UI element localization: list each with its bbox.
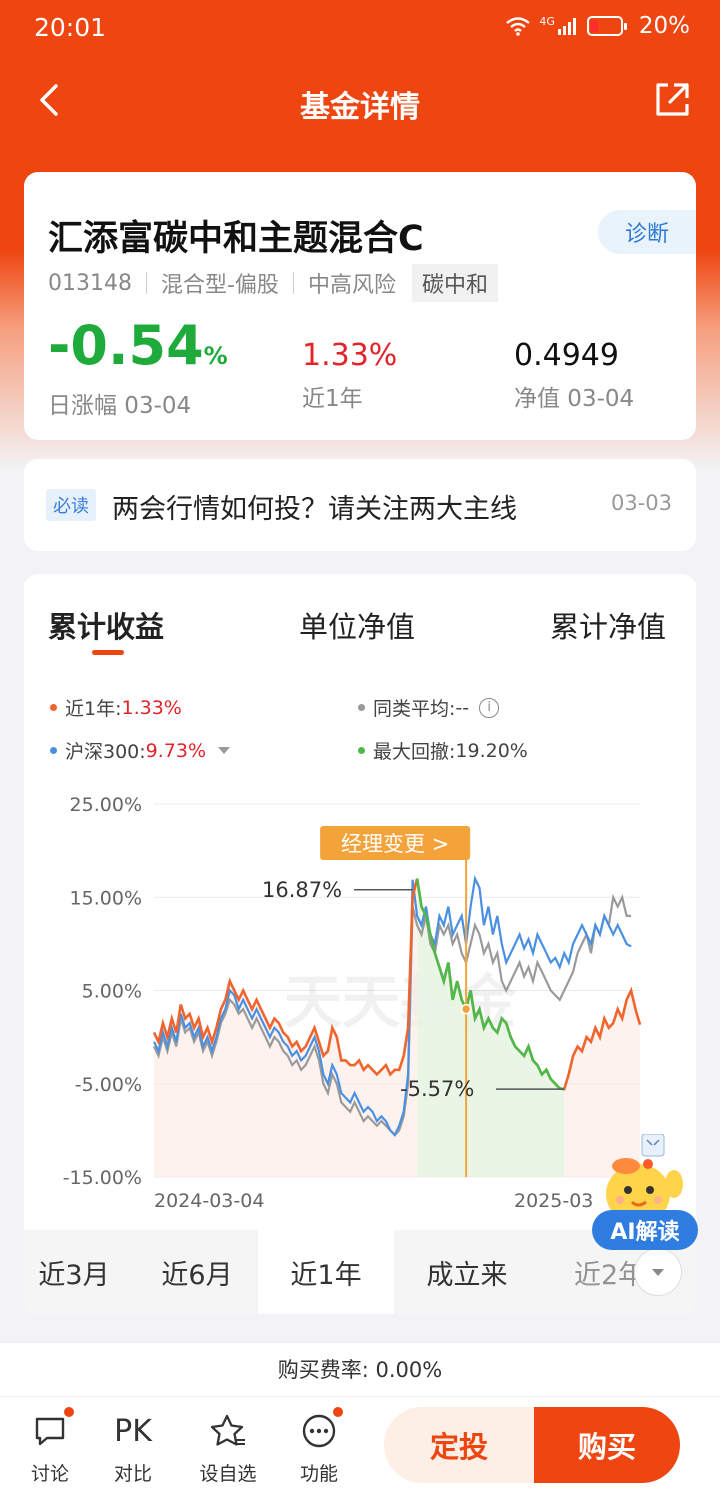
buy-button[interactable]: 购买 [534, 1407, 680, 1483]
wifi-icon [506, 17, 531, 36]
more-icon [302, 1414, 336, 1448]
functions-button[interactable]: 功能 [283, 1405, 355, 1486]
news-card[interactable]: 必读 两会行情如何投？请关注两大主线 03-03 [24, 459, 696, 551]
nav-bar: 基金详情 [0, 60, 720, 144]
y-tick-label: -15.00% [63, 1167, 142, 1189]
share-icon[interactable] [652, 80, 692, 120]
fund-risk: 中高风险 [307, 273, 396, 298]
add-watchlist-button[interactable]: 设自选 [192, 1409, 264, 1486]
nav-metric: 0.4949 净值 03-04 [514, 338, 634, 413]
period-since-inception[interactable]: 成立来 [396, 1230, 538, 1314]
compare-button[interactable]: PK 对比 [97, 1409, 169, 1486]
tab-unit-nav[interactable]: 单位净值 [299, 604, 415, 646]
status-bar: 20:01 4G 20% [0, 0, 720, 56]
recurring-investment-button[interactable]: 定投 [384, 1407, 534, 1483]
must-read-badge: 必读 [46, 489, 96, 521]
info-icon[interactable]: i [479, 697, 500, 718]
daily-change-value: -0.54 [48, 314, 204, 377]
purchase-fee-bar: 购买费率: 0.00% [0, 1342, 720, 1396]
nav-label: 净值 03-04 [514, 386, 635, 412]
battery-level: 20% [638, 13, 690, 39]
bottom-action-bar: 讨论 PK 对比 设自选 功能 定投 购买 [0, 1396, 720, 1493]
period-3m[interactable]: 近3月 [24, 1230, 134, 1314]
ai-interpret-button[interactable]: AI解读 [592, 1210, 698, 1250]
legend-index-label: 沪深300: [65, 741, 146, 763]
fund-code: 013148 [48, 270, 132, 296]
year-return-metric: 1.33% 近1年 [302, 338, 397, 413]
fund-meta: 013148 混合型-偏股 中高风险 碳中和 [48, 264, 498, 302]
trough-label: -5.57% [400, 1077, 474, 1101]
y-tick-label: -5.00% [75, 1074, 142, 1096]
star-icon [210, 1414, 245, 1446]
y-tick-label: 25.00% [70, 794, 142, 816]
page-title: 基金详情 [300, 90, 420, 125]
battery-icon [586, 16, 627, 36]
legend-index[interactable]: 沪深300: 9.73% [50, 737, 231, 764]
legend-fund-value: 1.33% [121, 696, 182, 719]
x-tick-label: 2025-03 [514, 1190, 593, 1212]
discuss-button[interactable]: 讨论 [14, 1405, 86, 1486]
fund-name: 汇添富碳中和主题混合C [48, 219, 424, 259]
functions-label: 功能 [299, 1463, 338, 1485]
chevron-down-icon[interactable] [218, 747, 231, 754]
daily-change-label: 日涨幅 03-04 [48, 393, 192, 419]
peak-label: 16.87% [262, 878, 342, 902]
period-1y[interactable]: 近1年 [258, 1230, 394, 1314]
legend-fund: 近1年: 1.33% [50, 694, 182, 721]
news-date: 03-03 [610, 491, 672, 515]
y-tick-label: 5.00% [82, 981, 142, 1003]
nav-value: 0.4949 [514, 338, 619, 373]
tab-cumulative-nav[interactable]: 累计净值 [550, 604, 666, 646]
manager-change-dot [460, 1003, 472, 1015]
status-time: 20:01 [34, 13, 107, 42]
legend-drawdown-value: 19.20% [455, 739, 528, 762]
year-return-label: 近1年 [302, 386, 363, 412]
notification-dot [62, 1405, 76, 1419]
fund-type: 混合型-偏股 [160, 273, 279, 298]
legend-drawdown-label: 最大回撤: [373, 741, 456, 763]
legend-index-value: 9.73% [145, 739, 207, 762]
expand-periods-button[interactable] [634, 1248, 682, 1296]
tab-cumulative-return[interactable]: 累计收益 [48, 604, 164, 646]
discuss-label: 讨论 [30, 1463, 69, 1485]
x-tick-label: 2024-03-04 [154, 1190, 264, 1212]
fund-theme-tag[interactable]: 碳中和 [411, 264, 498, 302]
add-watchlist-label: 设自选 [199, 1463, 257, 1485]
year-return-value: 1.33% [302, 338, 398, 373]
notification-dot [331, 1405, 345, 1419]
legend-fund-label: 近1年: [65, 698, 122, 720]
chat-bubble-icon [35, 1417, 65, 1446]
pk-icon: PK [114, 1413, 152, 1449]
daily-change-unit: % [203, 342, 228, 370]
period-6m[interactable]: 近6月 [134, 1230, 260, 1314]
status-indicators: 4G 20% [505, 13, 690, 39]
daily-change-metric: -0.54% 日涨幅 03-04 [48, 318, 228, 420]
legend-drawdown: 最大回撤: 19.20% [358, 737, 528, 764]
y-tick-label: 15.00% [70, 887, 142, 909]
diagnose-button[interactable]: 诊断 [598, 210, 696, 254]
compare-label: 对比 [113, 1463, 152, 1485]
fund-summary-card: 汇添富碳中和主题混合C 诊断 013148 混合型-偏股 中高风险 碳中和 -0… [24, 172, 696, 440]
active-tab-indicator [92, 650, 124, 655]
manager-change-label: 经理变更 > [341, 832, 449, 856]
signal-icon [557, 18, 576, 35]
news-headline[interactable]: 两会行情如何投？请关注两大主线 [112, 487, 517, 526]
legend-peer-value: -- [455, 696, 470, 719]
network-type: 4G [539, 14, 555, 28]
legend-peer: 同类平均: -- i [358, 694, 500, 721]
legend-peer-label: 同类平均: [373, 698, 456, 720]
